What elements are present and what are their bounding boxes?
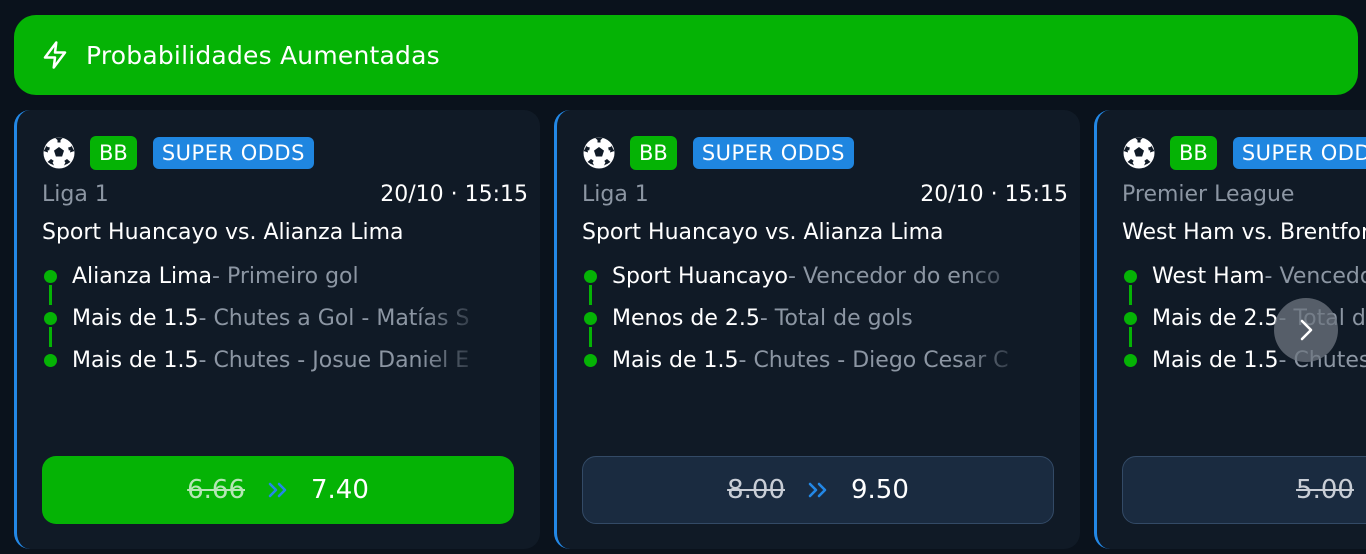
carousel-next-button[interactable] bbox=[1274, 298, 1338, 362]
selection-item: Mais de 1.5 - Chutes - Josue Daniel E bbox=[42, 339, 488, 381]
selection-pick: Mais de 1.5 bbox=[612, 347, 739, 373]
selection-dot bbox=[1124, 353, 1137, 367]
selection-market: - Chutes - Josue Daniel E bbox=[198, 347, 470, 373]
card-header: BB SUPER ODDS bbox=[1122, 136, 1366, 170]
super-odds-badge: SUPER ODDS bbox=[152, 137, 314, 169]
selection-pick: Sport Huancayo bbox=[612, 263, 789, 289]
selection-item: Mais de 1.5 - Chutes a Gol - Matías S bbox=[42, 297, 488, 339]
odds-button[interactable]: 5.00 bbox=[1122, 456, 1366, 524]
selection-market: - Chutes - Diego Cesar C bbox=[738, 347, 1009, 373]
match-datetime: 20/10 · 15:15 bbox=[380, 182, 528, 207]
selection-pick: Mais de 1.5 bbox=[72, 305, 199, 331]
selection-market: - Total de gols bbox=[759, 305, 913, 331]
selection-dot bbox=[1124, 269, 1137, 283]
chevron-right-icon bbox=[1295, 317, 1317, 343]
old-odds: 6.66 bbox=[187, 475, 245, 505]
selection-item: Menos de 2.5 - Total de gols bbox=[582, 297, 1028, 339]
league-name: Premier League bbox=[1122, 182, 1295, 207]
double-chevron-right-icon bbox=[807, 481, 829, 499]
selection-pick: Mais de 1.5 bbox=[1152, 347, 1279, 373]
card-header: BB SUPER ODDS bbox=[582, 136, 854, 170]
banner-title: Probabilidades Aumentadas bbox=[86, 40, 440, 70]
card-header: BB SUPER ODDS bbox=[42, 136, 314, 170]
boosted-odds-carousel: BB SUPER ODDS Liga 1 20/10 · 15:15 Sport… bbox=[0, 110, 1366, 554]
match-title[interactable]: Sport Huancayo vs. Alianza Lima bbox=[582, 220, 944, 245]
lightning-bolt-icon bbox=[40, 40, 70, 70]
selection-dot bbox=[44, 311, 57, 325]
selection-item: West Ham - Vencedor bbox=[1122, 255, 1366, 297]
bet-card[interactable]: BB SUPER ODDS Liga 1 20/10 · 15:15 Sport… bbox=[14, 110, 540, 549]
selection-pick: Mais de 2.5 bbox=[1152, 305, 1279, 331]
bet-builder-badge: BB bbox=[90, 136, 137, 170]
super-odds-badge: SUPER ODDS bbox=[1232, 137, 1366, 169]
selection-dot bbox=[584, 269, 597, 283]
selection-dot bbox=[44, 269, 57, 283]
match-title[interactable]: Sport Huancayo vs. Alianza Lima bbox=[42, 220, 404, 245]
selection-dot bbox=[1124, 311, 1137, 325]
boosted-odds-banner[interactable]: Probabilidades Aumentadas bbox=[14, 15, 1358, 95]
selection-pick: Alianza Lima bbox=[72, 263, 213, 289]
selection-item: Mais de 1.5 - Chutes - Diego Cesar C bbox=[582, 339, 1028, 381]
selection-market: - Vencedor do enco bbox=[788, 263, 1001, 289]
bet-card[interactable]: BB SUPER ODDS Liga 1 20/10 · 15:15 Sport… bbox=[554, 110, 1080, 549]
selection-market: - Vencedor bbox=[1264, 263, 1366, 289]
odds-button[interactable]: 8.00 9.50 bbox=[582, 456, 1054, 524]
selection-pick: Mais de 1.5 bbox=[72, 347, 199, 373]
super-odds-badge: SUPER ODDS bbox=[692, 137, 854, 169]
selection-dot bbox=[44, 353, 57, 367]
selection-list: Alianza Lima - Primeiro gol Mais de 1.5 … bbox=[42, 255, 488, 381]
selection-item: Alianza Lima - Primeiro gol bbox=[42, 255, 488, 297]
new-odds: 7.40 bbox=[311, 475, 369, 505]
bet-builder-badge: BB bbox=[630, 136, 677, 170]
selection-item: Sport Huancayo - Vencedor do enco bbox=[582, 255, 1028, 297]
soccer-ball-icon bbox=[42, 136, 76, 170]
soccer-ball-icon bbox=[1122, 136, 1156, 170]
selection-dot bbox=[584, 353, 597, 367]
selection-dot bbox=[584, 311, 597, 325]
new-odds: 9.50 bbox=[851, 475, 909, 505]
league-name: Liga 1 bbox=[582, 182, 649, 207]
selection-market: - Chutes a Gol - Matías S bbox=[198, 305, 470, 331]
old-odds: 8.00 bbox=[727, 475, 785, 505]
selection-market: - Primeiro gol bbox=[212, 263, 359, 289]
selection-list: Sport Huancayo - Vencedor do enco Menos … bbox=[582, 255, 1028, 381]
match-datetime: 20/10 · 15:15 bbox=[920, 182, 1068, 207]
match-title[interactable]: West Ham vs. Brentford bbox=[1122, 220, 1366, 245]
selection-pick: West Ham bbox=[1152, 263, 1265, 289]
league-name: Liga 1 bbox=[42, 182, 109, 207]
old-odds: 5.00 bbox=[1296, 475, 1354, 505]
bet-builder-badge: BB bbox=[1170, 136, 1217, 170]
odds-button[interactable]: 6.66 7.40 bbox=[42, 456, 514, 524]
soccer-ball-icon bbox=[582, 136, 616, 170]
selection-pick: Menos de 2.5 bbox=[612, 305, 760, 331]
double-chevron-right-icon bbox=[267, 481, 289, 499]
